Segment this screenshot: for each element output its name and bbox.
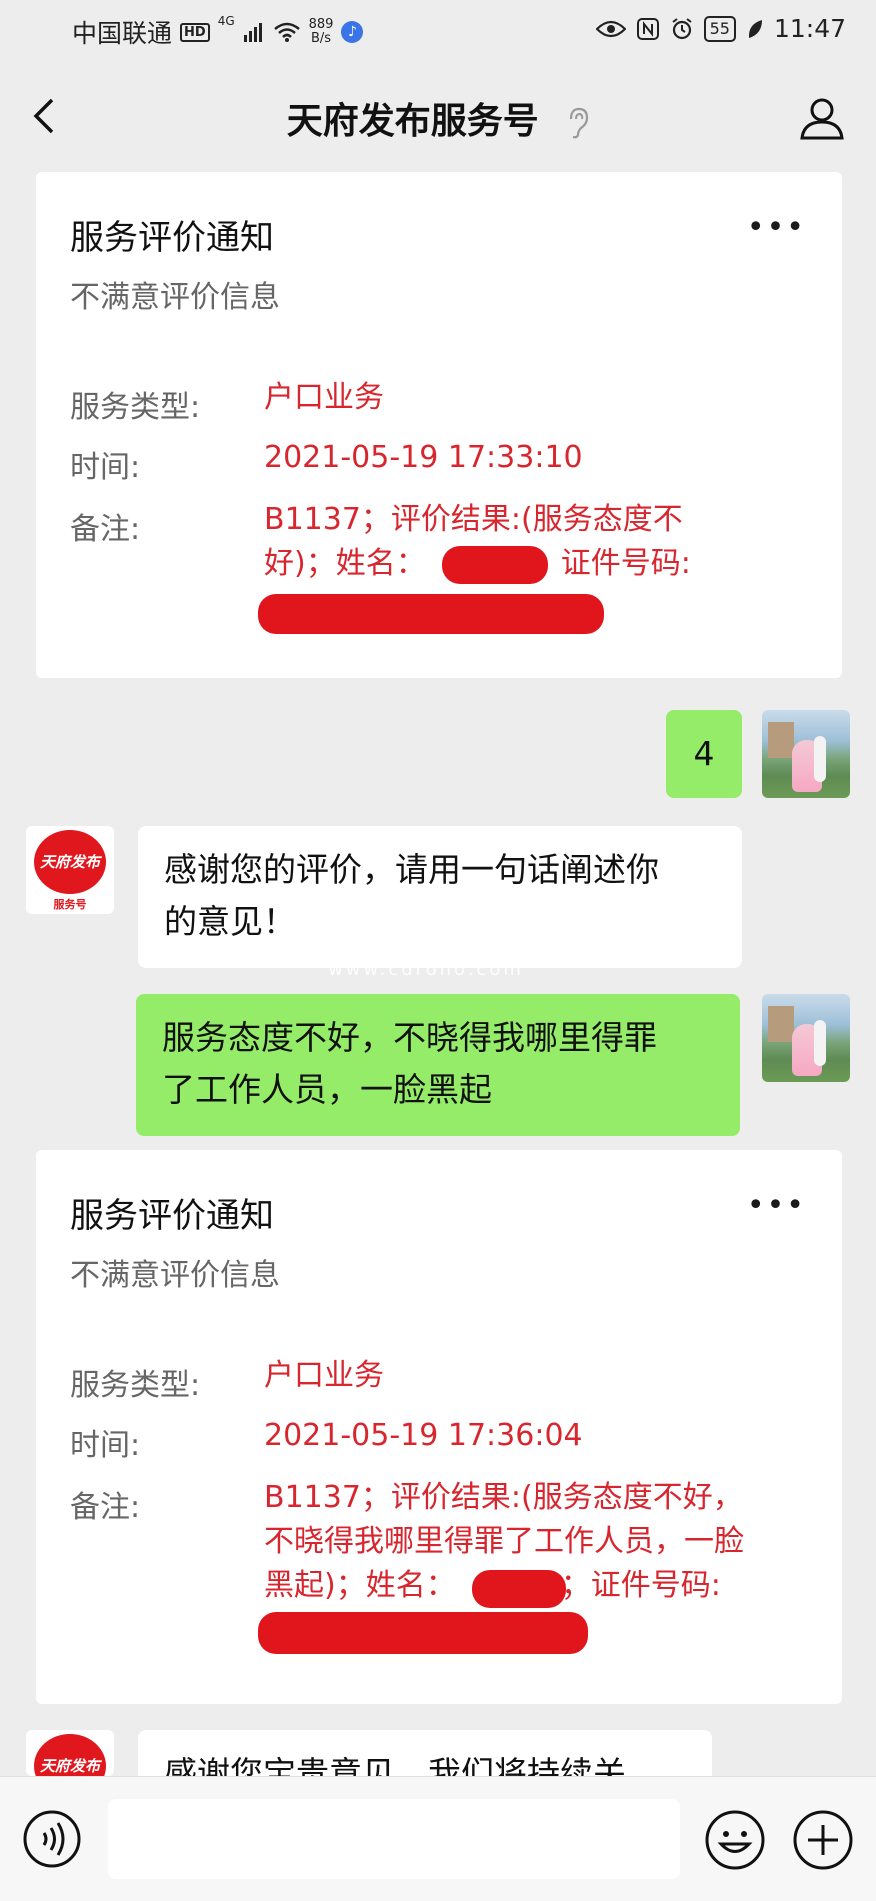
field-label-time: 时间:	[70, 450, 141, 485]
network-speed: 889 B/s	[308, 17, 334, 46]
user-profile-icon[interactable]	[798, 94, 846, 142]
nfc-icon	[636, 17, 659, 40]
music-app-icon: ♪	[341, 21, 364, 43]
field-label-remark: 备注:	[70, 1490, 141, 1525]
field-value-time: 2021-05-19 17:33:10	[264, 440, 583, 475]
card-subtitle: 不满意评价信息	[70, 280, 280, 315]
message-bubble-sent[interactable]: 4	[666, 710, 742, 798]
card-title: 服务评价通知	[70, 218, 274, 258]
battery-level: 55	[703, 15, 736, 42]
carrier-name: 中国联通	[72, 19, 173, 48]
field-label-remark: 备注:	[70, 512, 141, 547]
clock: 11:47	[773, 14, 846, 43]
field-label-service-type: 服务类型:	[70, 390, 201, 425]
network-type: 4G	[217, 14, 235, 28]
watermark: 成都融和实业 www.cdroho.com	[318, 924, 534, 980]
status-bar: 中国联通 HD 4G 889 B/s ♪ 55 11:47	[0, 0, 876, 70]
more-options-icon[interactable]: •••	[747, 1191, 806, 1221]
card-title: 服务评价通知	[70, 1196, 274, 1236]
chat-input-bar	[0, 1776, 876, 1901]
field-label-service-type: 服务类型:	[70, 1368, 201, 1403]
user-avatar[interactable]	[762, 994, 850, 1082]
card-subtitle: 不满意评价信息	[70, 1258, 280, 1293]
signal-icon	[243, 23, 262, 42]
wifi-icon	[273, 22, 300, 42]
field-value-service-type: 户口业务	[264, 1358, 384, 1393]
page-title: 天府发布服务号	[0, 92, 876, 144]
hd-badge: HD	[180, 22, 210, 42]
user-avatar[interactable]	[762, 710, 850, 798]
service-evaluation-card[interactable]: 服务评价通知 ••• 不满意评价信息 服务类型: 户口业务 时间: 2021-0…	[36, 1150, 842, 1704]
redaction-mark	[258, 594, 604, 634]
more-functions-icon[interactable]	[792, 1809, 854, 1871]
field-label-time: 时间:	[70, 1428, 141, 1463]
message-input[interactable]	[108, 1799, 680, 1879]
emoji-icon[interactable]	[704, 1809, 766, 1871]
message-bubble-sent[interactable]: 服务态度不好，不晓得我哪里得罪 了工作人员，一脸黑起	[136, 994, 740, 1136]
ear-icon	[570, 107, 589, 139]
redaction-mark	[472, 1570, 566, 1608]
field-value-service-type: 户口业务	[264, 380, 384, 415]
service-evaluation-card[interactable]: 服务评价通知 ••• 不满意评价信息 服务类型: 户口业务 时间: 2021-0…	[36, 172, 842, 678]
more-options-icon[interactable]: •••	[747, 213, 806, 243]
redaction-mark	[442, 546, 548, 584]
voice-input-icon[interactable]	[22, 1809, 82, 1869]
service-avatar[interactable]: 天府发布	[26, 1730, 114, 1776]
leaf-icon	[748, 19, 762, 38]
field-value-time: 2021-05-19 17:36:04	[264, 1418, 583, 1453]
message-bubble-received[interactable]: 感谢您宝贵意见，我们将持续关	[138, 1730, 712, 1776]
eye-icon	[595, 20, 626, 37]
alarm-icon	[671, 17, 692, 39]
redaction-mark	[258, 1612, 588, 1654]
nav-bar: 天府发布服务号	[0, 70, 876, 168]
service-avatar[interactable]: 天府发布 服务号	[26, 826, 114, 914]
